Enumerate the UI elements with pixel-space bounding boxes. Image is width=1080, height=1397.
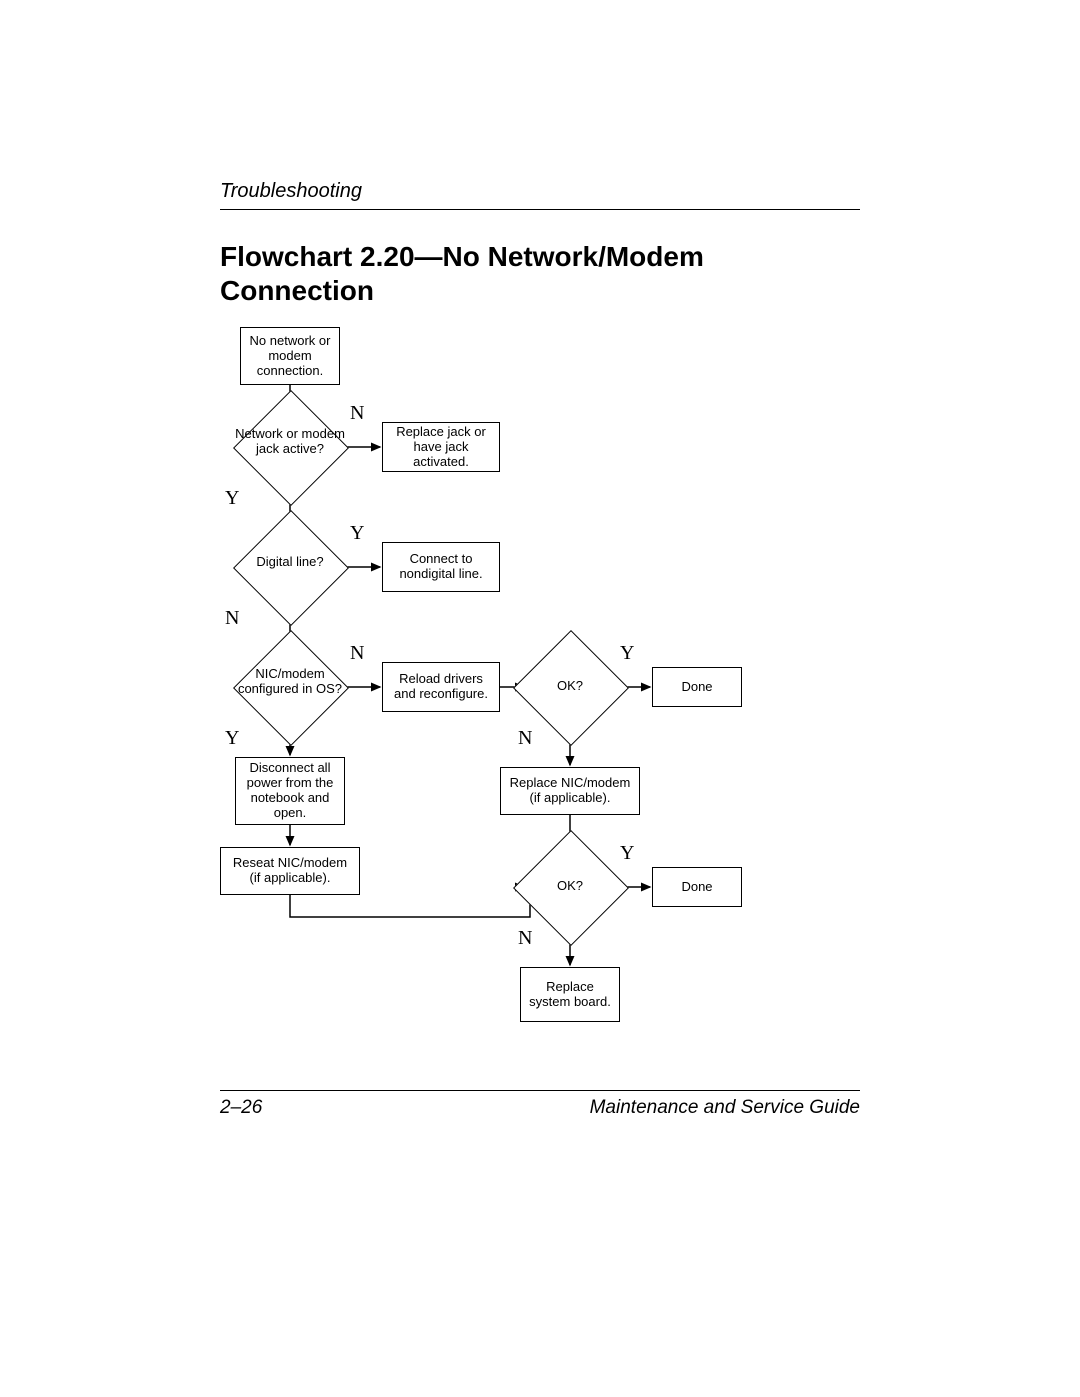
label-n: N: [518, 727, 532, 750]
footer: 2–26 Maintenance and Service Guide: [220, 1090, 860, 1119]
node-reload-drivers: Reload drivers and reconfigure.: [382, 662, 500, 712]
node-replace-board: Replace system board.: [520, 967, 620, 1022]
node-disconnect-power: Disconnect all power from the notebook a…: [235, 757, 345, 825]
label-n: N: [350, 642, 364, 665]
label-y: Y: [620, 842, 634, 865]
flowchart: No network or modem connection. Network …: [220, 327, 860, 1087]
node-replace-nic: Replace NIC/modem (if applicable).: [500, 767, 640, 815]
page-title: Flowchart 2.20—No Network/Modem Connecti…: [220, 240, 860, 307]
node-reseat-nic: Reseat NIC/modem (if applicable).: [220, 847, 360, 895]
node-done1: Done: [652, 667, 742, 707]
label-y: Y: [350, 522, 364, 545]
node-replace-jack: Replace jack or have jack activated.: [382, 422, 500, 472]
node-done2: Done: [652, 867, 742, 907]
decision-nic-configured-label: NIC/modem configured in OS?: [235, 667, 345, 697]
label-n: N: [350, 402, 364, 425]
decision-ok1-label: OK?: [515, 679, 625, 694]
label-n: N: [225, 607, 239, 630]
decision-digital-line-label: Digital line?: [235, 555, 345, 570]
page-number: 2–26: [220, 1097, 262, 1119]
label-y: Y: [620, 642, 634, 665]
doc-title: Maintenance and Service Guide: [590, 1097, 860, 1119]
section-header: Troubleshooting: [220, 180, 860, 210]
decision-ok2-label: OK?: [515, 879, 625, 894]
node-start: No network or modem connection.: [240, 327, 340, 385]
decision-jack-active-label: Network or modem jack active?: [235, 427, 345, 457]
label-y: Y: [225, 727, 239, 750]
label-n: N: [518, 927, 532, 950]
node-connect-nondigital: Connect to nondigital line.: [382, 542, 500, 592]
label-y: Y: [225, 487, 239, 510]
